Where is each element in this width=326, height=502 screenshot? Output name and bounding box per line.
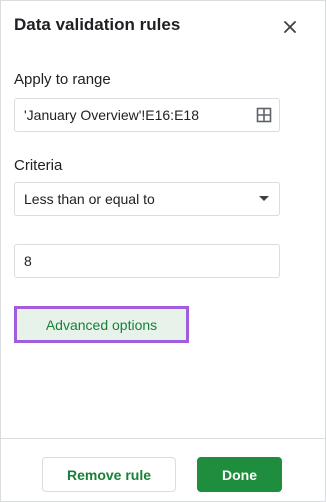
close-button[interactable]	[277, 14, 303, 40]
close-icon	[284, 21, 296, 33]
panel-header: Data validation rules	[1, 1, 325, 51]
criteria-selected: Less than or equal to	[24, 191, 155, 207]
range-input[interactable]: 'January Overview'!E16:E18	[14, 98, 280, 132]
grid-select-icon[interactable]	[253, 104, 275, 126]
data-validation-panel: Data validation rules Apply to range 'Ja…	[0, 0, 326, 502]
criteria-label: Criteria	[14, 157, 63, 174]
panel-title: Data validation rules	[14, 15, 181, 34]
advanced-options-button[interactable]: Advanced options	[14, 306, 189, 343]
caret-down-icon	[253, 188, 275, 210]
range-label: Apply to range	[14, 71, 111, 88]
range-value: 'January Overview'!E16:E18	[24, 107, 199, 123]
remove-rule-button[interactable]: Remove rule	[42, 457, 176, 492]
criteria-value: 8	[24, 253, 32, 269]
footer-divider	[1, 438, 325, 439]
done-button[interactable]: Done	[197, 457, 282, 492]
criteria-value-input[interactable]: 8	[14, 244, 280, 278]
criteria-dropdown[interactable]: Less than or equal to	[14, 182, 280, 216]
advanced-options-label: Advanced options	[45, 316, 158, 333]
done-label: Done	[222, 466, 257, 483]
remove-rule-label: Remove rule	[66, 466, 152, 483]
